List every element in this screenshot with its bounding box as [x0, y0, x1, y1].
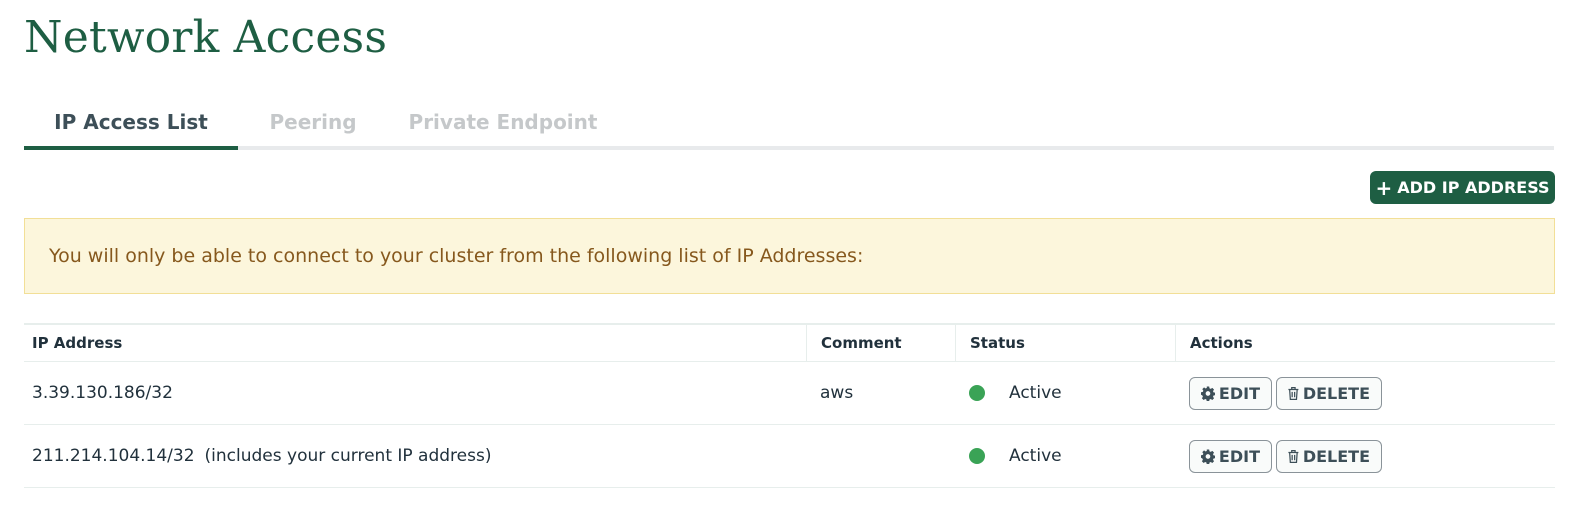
actions-cell: EDIT DELETE — [1175, 425, 1555, 487]
actions-cell: EDIT DELETE — [1175, 362, 1555, 424]
status-active-dot-icon — [969, 448, 985, 464]
status-active-dot-icon — [969, 385, 985, 401]
ip-address-cell: 3.39.130.186/32 — [24, 362, 806, 424]
edit-label: EDIT — [1218, 446, 1260, 466]
ip-address-cell: 211.214.104.14/32 (includes your current… — [24, 425, 806, 487]
header-comment: Comment — [806, 325, 955, 361]
page-title: Network Access — [24, 12, 388, 63]
ip-address: 3.39.130.186/32 — [32, 383, 173, 403]
tab-bar: IP Access List Peering Private Endpoint — [24, 100, 1554, 150]
status-text: Active — [1009, 446, 1062, 466]
current-ip-note: (includes your current IP address) — [204, 446, 492, 466]
comment-cell — [806, 425, 955, 487]
edit-button[interactable]: EDIT — [1189, 376, 1272, 410]
delete-button[interactable]: DELETE — [1276, 439, 1382, 473]
delete-label: DELETE — [1302, 446, 1370, 466]
status-cell: Active — [955, 362, 1175, 424]
table-row: 3.39.130.186/32 aws Active EDIT DELETE — [24, 362, 1555, 425]
banner-text: You will only be able to connect to your… — [49, 245, 864, 267]
tab-peering[interactable]: Peering — [238, 100, 388, 150]
table-header-row: IP Address Comment Status Actions — [24, 325, 1555, 362]
tab-ip-access-list[interactable]: IP Access List — [24, 100, 238, 150]
delete-button[interactable]: DELETE — [1276, 376, 1382, 410]
comment-cell: aws — [820, 383, 854, 403]
info-banner: You will only be able to connect to your… — [24, 218, 1555, 294]
ip-access-table: IP Address Comment Status Actions 3.39.1… — [24, 323, 1555, 488]
gear-icon — [1201, 386, 1215, 401]
add-ip-address-label: ADD IP ADDRESS — [1397, 178, 1550, 197]
table-row: 211.214.104.14/32 (includes your current… — [24, 425, 1555, 488]
header-status: Status — [955, 325, 1175, 361]
header-ip-address: IP Address — [32, 334, 123, 352]
trash-icon — [1288, 386, 1299, 400]
gear-icon — [1201, 449, 1215, 464]
edit-label: EDIT — [1218, 383, 1260, 403]
header-actions: Actions — [1175, 325, 1555, 361]
add-ip-address-button[interactable]: + ADD IP ADDRESS — [1370, 171, 1555, 204]
status-text: Active — [1009, 383, 1062, 403]
tab-private-endpoint[interactable]: Private Endpoint — [388, 100, 618, 150]
edit-button[interactable]: EDIT — [1189, 439, 1272, 473]
delete-label: DELETE — [1302, 383, 1370, 403]
status-cell: Active — [955, 425, 1175, 487]
trash-icon — [1288, 449, 1299, 463]
ip-address: 211.214.104.14/32 — [32, 446, 195, 466]
plus-icon: + — [1375, 175, 1393, 200]
